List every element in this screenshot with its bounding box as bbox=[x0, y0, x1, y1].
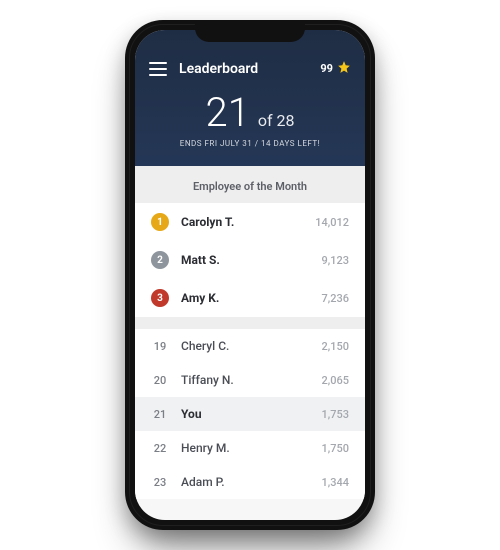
rank-number: 21 bbox=[151, 408, 169, 421]
page-title: Leaderboard bbox=[179, 61, 320, 77]
points-badge[interactable]: 99 bbox=[320, 60, 351, 77]
phone-frame: Leaderboard 99 21 of 28 ENDS FRI JULY 31… bbox=[125, 20, 375, 530]
player-name: Amy K. bbox=[181, 291, 322, 305]
player-score: 7,236 bbox=[322, 292, 349, 305]
player-name: Adam P. bbox=[181, 475, 322, 489]
rank-badge-bronze: 3 bbox=[151, 289, 169, 307]
list-divider bbox=[135, 317, 365, 329]
top-three-list: 1 Carolyn T. 14,012 2 Matt S. 9,123 3 Am… bbox=[135, 203, 365, 317]
player-score: 9,123 bbox=[322, 254, 349, 267]
phone-notch bbox=[195, 20, 305, 42]
player-name: Henry M. bbox=[181, 441, 322, 455]
player-name: You bbox=[181, 407, 322, 421]
app-screen: Leaderboard 99 21 of 28 ENDS FRI JULY 31… bbox=[135, 30, 365, 520]
points-value: 99 bbox=[320, 62, 333, 75]
rank-number: 20 bbox=[151, 374, 169, 387]
list-item[interactable]: 23 Adam P. 1,344 bbox=[135, 465, 365, 499]
player-name: Carolyn T. bbox=[181, 215, 315, 229]
player-score: 14,012 bbox=[315, 216, 349, 229]
player-score: 1,753 bbox=[322, 408, 349, 421]
list-item-you[interactable]: 21 You 1,753 bbox=[135, 397, 365, 431]
list-item[interactable]: 22 Henry M. 1,750 bbox=[135, 431, 365, 465]
player-name: Cheryl C. bbox=[181, 339, 322, 353]
rank-subtitle: ENDS FRI JULY 31 / 14 DAYS LEFT! bbox=[135, 139, 365, 148]
top-bar: Leaderboard 99 bbox=[135, 56, 365, 85]
player-score: 1,750 bbox=[322, 442, 349, 455]
list-item[interactable]: 19 Cheryl C. 2,150 bbox=[135, 329, 365, 363]
leaderboard-header: Leaderboard 99 21 of 28 ENDS FRI JULY 31… bbox=[135, 30, 365, 166]
menu-icon[interactable] bbox=[149, 62, 167, 76]
player-score: 2,065 bbox=[322, 374, 349, 387]
rank-badge-silver: 2 bbox=[151, 251, 169, 269]
rank-number: 22 bbox=[151, 442, 169, 455]
rank-of-label: of bbox=[258, 111, 273, 130]
player-name: Tiffany N. bbox=[181, 373, 322, 387]
list-item[interactable]: 1 Carolyn T. 14,012 bbox=[135, 203, 365, 241]
list-item[interactable]: 20 Tiffany N. 2,065 bbox=[135, 363, 365, 397]
rank-number: 23 bbox=[151, 476, 169, 489]
rank-total: 28 bbox=[277, 111, 295, 130]
player-score: 1,344 bbox=[322, 476, 349, 489]
player-score: 2,150 bbox=[322, 340, 349, 353]
rank-number: 19 bbox=[151, 340, 169, 353]
list-item[interactable]: 3 Amy K. 7,236 bbox=[135, 279, 365, 317]
section-title: Employee of the Month bbox=[135, 166, 365, 203]
rank-badge-gold: 1 bbox=[151, 213, 169, 231]
rank-summary: 21 of 28 ENDS FRI JULY 31 / 14 DAYS LEFT… bbox=[135, 85, 365, 152]
nearby-list: 19 Cheryl C. 2,150 20 Tiffany N. 2,065 2… bbox=[135, 329, 365, 499]
list-item[interactable]: 2 Matt S. 9,123 bbox=[135, 241, 365, 279]
star-icon bbox=[337, 60, 351, 77]
player-name: Matt S. bbox=[181, 253, 322, 267]
rank-current: 21 bbox=[206, 93, 250, 133]
